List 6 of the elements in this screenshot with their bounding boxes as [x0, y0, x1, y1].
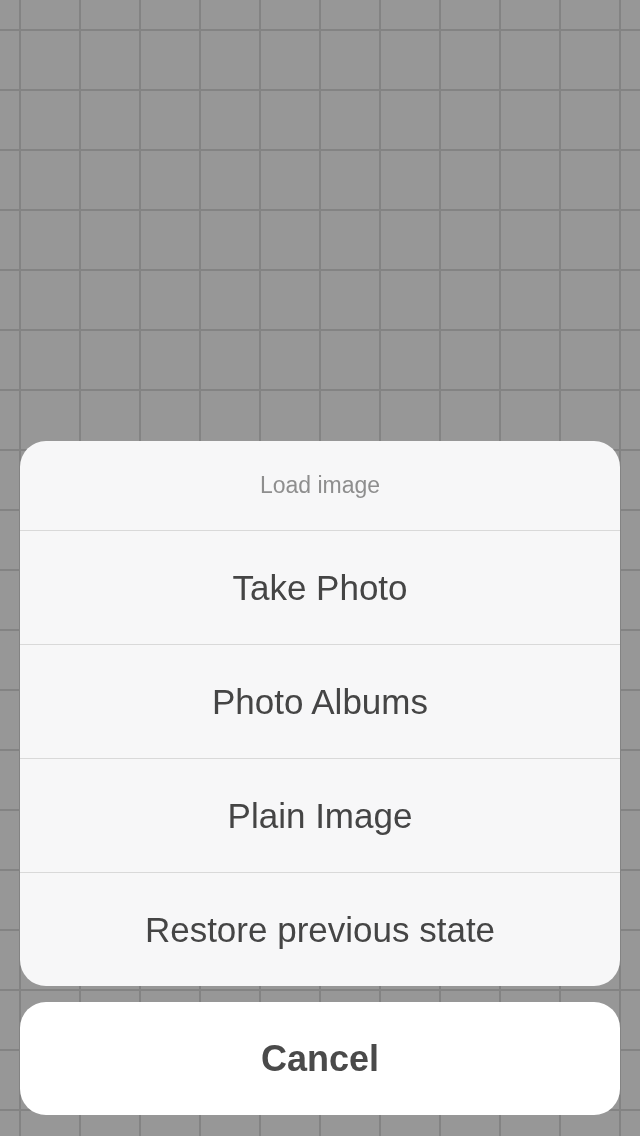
action-option[interactable]: Take Photo	[20, 530, 620, 644]
action-option[interactable]: Restore previous state	[20, 872, 620, 986]
cancel-button[interactable]: Cancel	[20, 1002, 620, 1115]
sheet-title: Load image	[258, 471, 382, 500]
action-option[interactable]: Plain Image	[20, 758, 620, 872]
action-option[interactable]: Photo Albums	[20, 644, 620, 758]
